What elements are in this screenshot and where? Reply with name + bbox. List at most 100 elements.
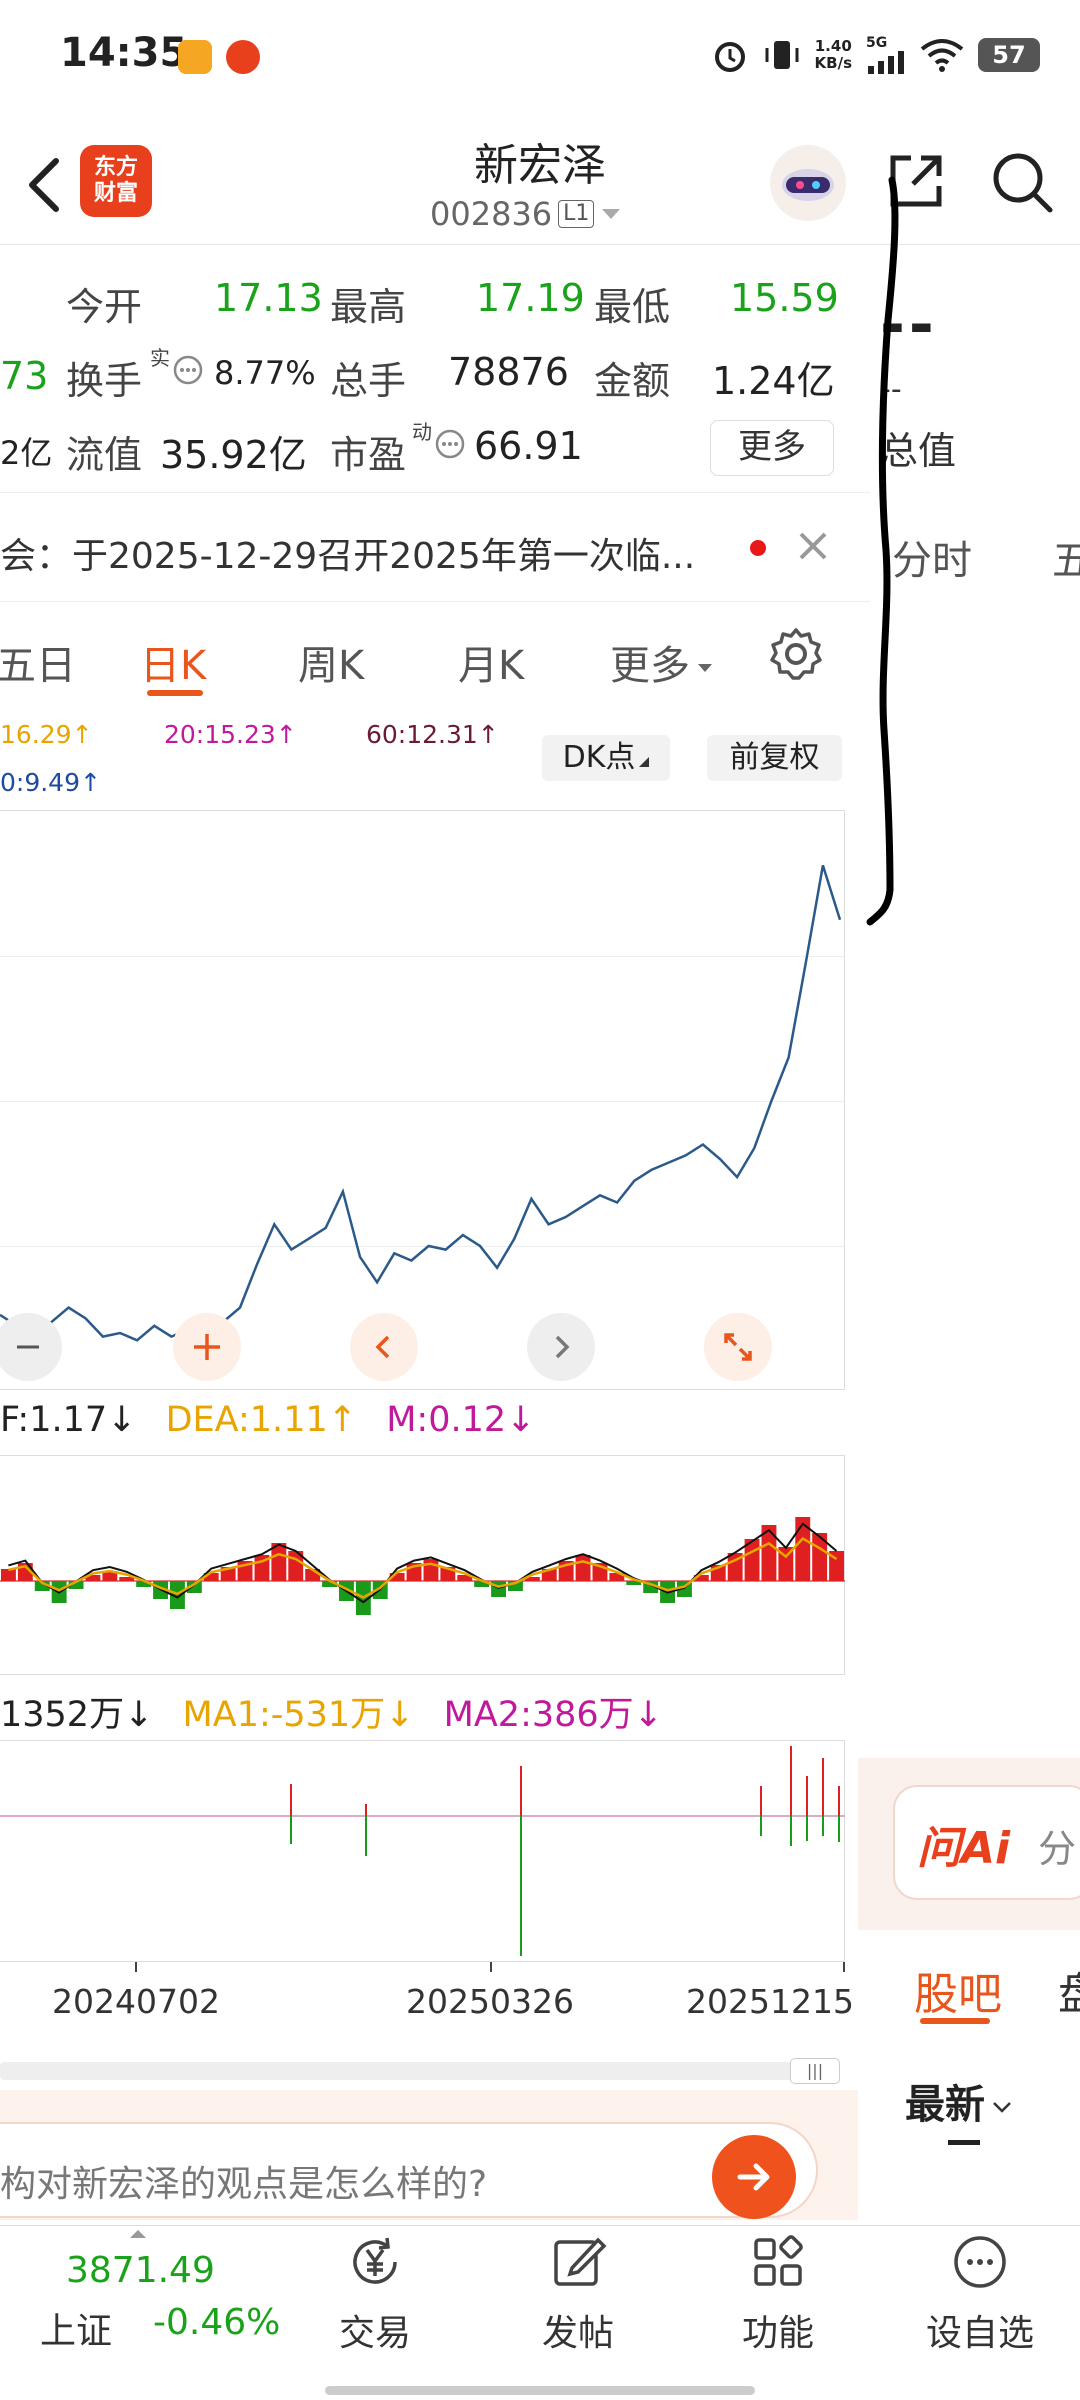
tab-five-day-cut[interactable]: 五 [1052, 528, 1080, 586]
volume-bar [806, 1816, 808, 1841]
volume-bar [790, 1746, 792, 1816]
macd-histogram-bar [1, 1569, 16, 1581]
tab-five-day[interactable]: 五日 [0, 633, 76, 691]
chart-scroll-track[interactable] [0, 2062, 840, 2080]
float-cap-value: 35.92亿 [160, 433, 307, 477]
date-tick [490, 1962, 492, 1972]
ai-card-text-cut: 分 [1038, 1827, 1077, 1871]
high-value: 17.19 [476, 276, 585, 320]
volume-bar [290, 1784, 292, 1816]
volume-bar [520, 1766, 522, 1816]
info-bubble-icon[interactable] [172, 354, 204, 386]
search-icon[interactable] [990, 150, 1054, 214]
fullscreen-button[interactable] [704, 1313, 772, 1381]
kline-chart-panel[interactable] [0, 810, 845, 1390]
ask-ai-logo[interactable]: 问Ai [917, 1812, 1010, 1876]
cap-cut-value: 2亿 [0, 434, 53, 472]
sort-latest-dropdown[interactable]: 最新 [905, 2072, 1013, 2130]
yen-exchange-icon [353, 2237, 397, 2284]
chevron-right-icon [555, 1335, 570, 1359]
ma-value-label: 16.29↑ [0, 720, 93, 749]
volume-bar [806, 1776, 808, 1816]
level-badge: L1 [558, 200, 595, 228]
tab-weekly-k[interactable]: 周K [298, 633, 364, 691]
scroll-left-button[interactable] [350, 1313, 418, 1381]
index-value[interactable]: 3871.49 [66, 2250, 215, 2291]
open-value: 17.13 [214, 276, 323, 320]
cell-signal-icon: 5G [866, 36, 906, 74]
ma20-value-label: 20:15.23↑ [164, 720, 297, 749]
macd-chart-panel[interactable] [0, 1455, 845, 1675]
nav-functions[interactable]: 功能 [713, 2232, 843, 2356]
dk-point-button[interactable]: DK点 [542, 735, 670, 781]
close-icon[interactable] [795, 528, 831, 564]
zoom-in-button[interactable] [173, 1313, 241, 1381]
volume-value-label: 1352万↓ [0, 1695, 154, 1735]
active-tab-indicator [920, 2018, 990, 2024]
expand-icon [724, 1333, 752, 1361]
vibrate-icon [765, 41, 799, 69]
volume-bar [365, 1816, 367, 1856]
notification-app-icon [178, 40, 212, 74]
chevron-left-icon [375, 1335, 390, 1359]
macd-legend: F:1.17↓ DEA:1.11↑ M:0.12↓ [0, 1400, 535, 1440]
tab-stock-forum[interactable]: 股吧 [914, 1958, 1002, 2022]
volume-ma1-label: MA1:-531万↓ [182, 1695, 415, 1735]
turnover-label: 换手 [66, 359, 143, 403]
ai-robot-icon[interactable] [770, 145, 846, 221]
dropdown-triangle-icon [602, 209, 621, 219]
index-name[interactable]: 上证 [40, 2302, 112, 2354]
status-time: 14:35 [60, 30, 188, 76]
gear-icon[interactable] [768, 626, 824, 682]
dropdown-triangle-icon [698, 664, 712, 672]
stock-code-selector[interactable]: 002836 L1 [430, 195, 622, 233]
active-tab-indicator [147, 690, 203, 696]
net-speed-indicator: 1.40 KB/s [814, 37, 852, 72]
macd-m-label: M:0.12↓ [386, 1400, 536, 1440]
active-filter-indicator [948, 2140, 980, 2145]
high-label: 最高 [330, 285, 407, 329]
pe-value: 66.91 [474, 424, 583, 468]
more-dots-icon [954, 2236, 1006, 2288]
nav-post[interactable]: 发帖 [513, 2232, 643, 2356]
chart-scroll-thumb[interactable]: ||| [790, 2058, 840, 2084]
price-line-chart [0, 865, 842, 1350]
volume-bar [838, 1816, 840, 1842]
tab-next-cut[interactable]: 盘 [1058, 1958, 1080, 2022]
nav-add-watchlist[interactable]: 设自选 [915, 2232, 1045, 2356]
index-change[interactable]: -0.46% [153, 2302, 280, 2343]
macd-dif-line [8, 1522, 838, 1604]
ask-send-button[interactable] [712, 2135, 796, 2219]
stock-header: 东方 财富 新宏泽 002836 L1 [0, 115, 1080, 245]
volume-ma2-label: MA2:386万↓ [443, 1695, 663, 1735]
price-adjust-button[interactable]: 前复权 [707, 735, 842, 781]
announcement-bar[interactable]: 会：于2025-12-29召开2025年第一次临... [0, 492, 870, 602]
minus-icon [17, 1345, 39, 1349]
corner-triangle-icon [639, 757, 650, 767]
tab-monthly-k[interactable]: 月K [458, 633, 524, 691]
volume-value: 78876 [448, 350, 569, 394]
date-tick [135, 1962, 137, 1972]
amount-value: 1.24亿 [712, 359, 835, 403]
info-bubble-icon[interactable] [434, 428, 466, 460]
macd-histogram-bar [575, 1555, 591, 1581]
open-label: 今开 [66, 285, 143, 329]
price-cut-value: 73 [0, 354, 49, 398]
volume-bar [838, 1786, 840, 1816]
x-tick-label: 20250326 [406, 1982, 574, 2021]
volume-chart-panel[interactable] [0, 1740, 845, 1962]
arrow-right-icon [737, 2163, 770, 2191]
status-bar: 14:35 1.40 KB/s 5G 57 [0, 0, 1080, 115]
caret-up-icon [130, 2230, 146, 2238]
home-indicator [325, 2386, 755, 2395]
tab-daily-k[interactable]: 日K [140, 633, 206, 691]
scroll-right-button[interactable] [527, 1313, 595, 1381]
nav-trade[interactable]: 交易 [310, 2232, 440, 2356]
volume-label: 总手 [330, 359, 407, 403]
more-quote-button[interactable]: 更多 [710, 420, 834, 476]
x-tick-label: 20240702 [52, 1982, 220, 2021]
announcement-text[interactable]: 会：于2025-12-29召开2025年第一次临... [0, 527, 695, 579]
tab-more-periods[interactable]: 更多 [610, 633, 714, 691]
ask-ai-question[interactable]: 构对新宏泽的观点是怎么样的? [0, 2155, 487, 2207]
turnover-sup: 实 [150, 346, 170, 370]
